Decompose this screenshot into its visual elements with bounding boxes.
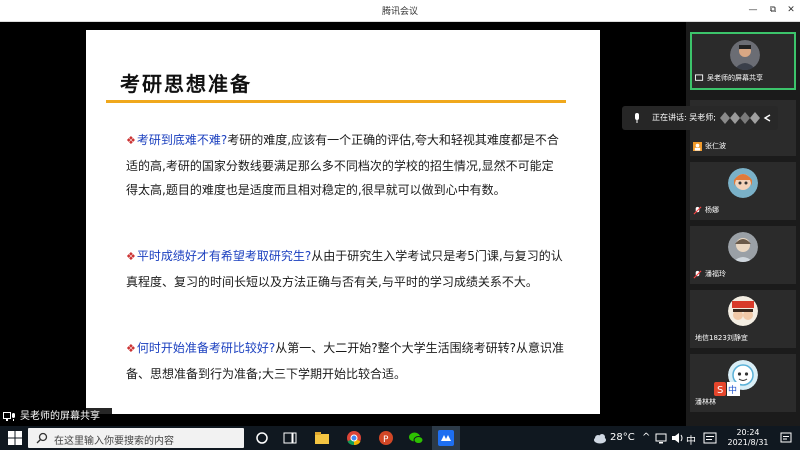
window-title: 腾讯会议: [381, 7, 418, 17]
paragraph-2: ❖平时成绩好才有希望考取研究生?从由于研究生入学考试只是考5门课,与复习的认真程…: [126, 244, 564, 294]
microphone-muted-icon: [693, 270, 702, 279]
slide-title: 考研思想准备: [120, 72, 252, 96]
svg-text:中: 中: [728, 384, 737, 396]
avatar: [730, 40, 760, 70]
search-placeholder: 在这里输入你要搜索的内容: [54, 436, 174, 447]
participant-name: 潘福玲: [693, 268, 726, 281]
close-button[interactable]: ✕: [784, 3, 798, 17]
powerpoint-icon[interactable]: P: [378, 430, 394, 446]
notification-icon[interactable]: [778, 430, 794, 446]
file-explorer-icon[interactable]: [314, 430, 330, 446]
restore-button[interactable]: ⧉: [766, 3, 780, 17]
cortana-icon[interactable]: [254, 430, 270, 446]
svg-text:P: P: [383, 435, 389, 445]
clock-time: 20:24: [736, 428, 760, 437]
screen-share-icon: [695, 74, 704, 81]
collapse-arrow-icon[interactable]: [762, 113, 772, 123]
svg-text:S: S: [717, 385, 723, 396]
participant-name: 杨娜: [693, 204, 719, 217]
ime-indicator[interactable]: 中: [686, 432, 696, 447]
participant-tile-4[interactable]: 潘福玲: [690, 226, 796, 284]
title-bar: 腾讯会议 — ⧉ ✕: [0, 0, 800, 22]
participant-tile-5[interactable]: 地信1823刘静宜: [690, 290, 796, 348]
search-icon: [36, 432, 48, 444]
shared-screen: 考研思想准备 ❖考研到底难不难?考研的难度,应该有一个正确的评估,夸大和轻视其难…: [0, 22, 686, 414]
windows-taskbar: 在这里输入你要搜索的内容 P 28°C ^ 中 20:24 2021/8/31: [0, 426, 800, 450]
participants-panel: 吴老师的屏幕共享 张仁波 杨娜 潘福玲 地信1823刘静宜 S 中 潘林林: [686, 22, 800, 426]
participant-tile-3[interactable]: 杨娜: [690, 162, 796, 220]
paragraph-2-question: 平时成绩好才有希望考取研究生?: [136, 249, 312, 263]
avatar: [728, 232, 758, 262]
meeting-window: 腾讯会议 — ⧉ ✕ 考研思想准备 ❖考研到底难不难?考研的难度,应该有一个正确…: [0, 0, 800, 450]
title-underline: [106, 100, 566, 103]
diamond-bullet-icon: ❖: [126, 342, 136, 355]
participant-name: 张仁波: [693, 140, 726, 153]
speaking-indicator: 正在讲话: 吴老师;: [622, 106, 778, 130]
screen-share-label[interactable]: 吴老师的屏幕共享: [0, 408, 112, 426]
microphone-icon: [635, 113, 639, 123]
participant-name: 吴老师的屏幕共享: [695, 72, 763, 85]
windows-start-icon[interactable]: [8, 431, 22, 445]
paragraph-1: ❖考研到底难不难?考研的难度,应该有一个正确的评估,夸大和轻视其难度都是不合适的…: [126, 128, 564, 203]
participant-name: 地信1823刘静宜: [695, 334, 748, 342]
ime-tool-icon[interactable]: [702, 430, 718, 446]
microphone-muted-icon: [693, 206, 702, 215]
participant-tile-6[interactable]: S 中 潘林林: [690, 354, 796, 412]
avatar: [728, 168, 758, 198]
tray-chevron-up-icon[interactable]: ^: [642, 432, 650, 443]
participant-name: 潘林林: [695, 398, 716, 406]
screen-share-text: 吴老师的屏幕共享: [20, 411, 100, 422]
tencent-meeting-taskbar-button[interactable]: [432, 426, 460, 450]
weather-cloud-icon[interactable]: [592, 430, 608, 446]
clock-date: 2021/8/31: [727, 438, 769, 447]
diamond-bullet-icon: ❖: [126, 250, 136, 263]
taskbar-clock[interactable]: 20:24 2021/8/31: [724, 428, 772, 448]
person-icon: [693, 142, 702, 151]
task-view-icon[interactable]: [282, 430, 298, 446]
minimize-button[interactable]: —: [746, 3, 760, 17]
chrome-icon[interactable]: [346, 430, 362, 446]
speaker-avatars-icon: [720, 112, 760, 124]
paragraph-3-question: 何时开始准备考研比较好?: [136, 341, 276, 355]
volume-icon[interactable]: [670, 430, 686, 446]
ime-badge-icon: S 中: [714, 382, 740, 396]
paragraph-1-question: 考研到底难不难?: [136, 133, 228, 147]
avatar: [728, 296, 758, 326]
tencent-meeting-icon: [438, 430, 454, 446]
presentation-slide: 考研思想准备 ❖考研到底难不难?考研的难度,应该有一个正确的评估,夸大和轻视其难…: [86, 30, 600, 414]
participant-tile-1[interactable]: 吴老师的屏幕共享: [690, 32, 796, 90]
speaking-text: 正在讲话: 吴老师;: [652, 113, 716, 122]
screen-share-icon: [3, 412, 15, 421]
temperature[interactable]: 28°C: [610, 432, 635, 443]
wechat-icon[interactable]: [408, 430, 424, 446]
paragraph-3: ❖何时开始准备考研比较好?从第一、大二开始?整个大学生活围绕考研转?从意识准备、…: [126, 336, 564, 386]
taskbar-search-box[interactable]: 在这里输入你要搜索的内容: [28, 428, 244, 448]
diamond-bullet-icon: ❖: [126, 134, 136, 147]
network-icon[interactable]: [654, 430, 670, 446]
